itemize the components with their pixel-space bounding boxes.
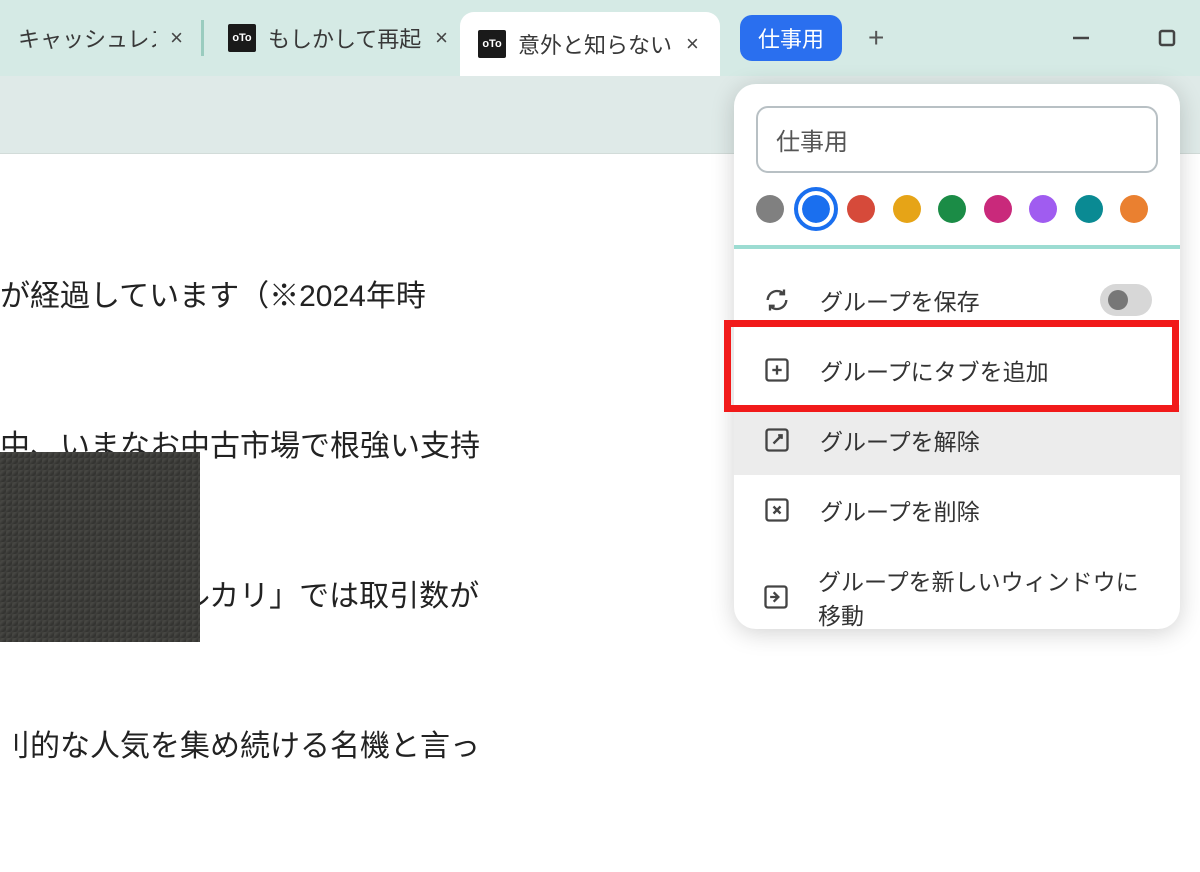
menu-ungroup[interactable]: グループを解除 [734,405,1180,475]
maximize-button[interactable] [1154,25,1180,51]
menu-label: グループを新しいウィンドウに移動 [818,563,1152,631]
close-icon[interactable]: × [435,25,448,51]
plus-square-icon [762,355,792,385]
group-chip-label: 仕事用 [758,27,824,52]
save-toggle[interactable] [1100,284,1152,316]
minimize-button[interactable] [1068,25,1094,51]
color-picker-row [756,195,1158,223]
new-tab-button[interactable]: + [868,22,884,54]
tab-title: キャッシュレス決 [18,22,156,54]
tab-2-active[interactable]: oTo 意外と知らない × [460,12,720,76]
menu-add-tab[interactable]: グループにタブを追加 [734,335,1180,405]
tab-title: 意外と知らない [518,28,672,60]
close-icon[interactable]: × [686,31,699,57]
tab-0[interactable]: キャッシュレス決 × [0,6,195,70]
refresh-icon [762,285,792,315]
tab-separator [201,20,204,56]
menu-label: グループを解除 [820,423,980,457]
article-image [0,452,200,642]
tab-group-chip[interactable]: 仕事用 [740,15,842,61]
favicon-icon: oTo [478,30,506,58]
color-swatch-purple[interactable] [1029,195,1057,223]
tab-group-popup: 仕事用 グループを保存 グループにタブを追加 [734,84,1180,629]
favicon-icon: oTo [228,24,256,52]
ungroup-icon [762,425,792,455]
color-swatch-blue[interactable] [802,195,830,223]
menu-save-group[interactable]: グループを保存 [734,265,1180,335]
menu-label: グループにタブを追加 [820,353,1049,387]
color-swatch-yellow[interactable] [893,195,921,223]
popup-menu: グループを保存 グループにタブを追加 グループを解除 グループを削除 グル [734,249,1180,649]
color-swatch-orange[interactable] [1120,195,1148,223]
group-name-input[interactable]: 仕事用 [756,106,1158,173]
color-swatch-green[interactable] [938,195,966,223]
text-line: 刂的な人気を集め続ける名機と言っ [0,722,480,772]
tab-strip: キャッシュレス決 × oTo もしかして再起 × oTo 意外と知らない × 仕… [0,0,1200,76]
text-line: が経過しています（※2024年時 [0,272,480,322]
color-swatch-pink[interactable] [984,195,1012,223]
color-swatch-teal[interactable] [1075,195,1103,223]
group-name-value: 仕事用 [776,129,848,156]
tab-1[interactable]: oTo もしかして再起 × [210,6,460,70]
close-icon[interactable]: × [170,25,183,51]
color-swatch-red[interactable] [847,195,875,223]
move-window-icon [762,582,790,612]
menu-delete-group[interactable]: グループを削除 [734,475,1180,545]
delete-square-icon [762,495,792,525]
tab-title: もしかして再起 [268,22,421,54]
menu-move-window[interactable]: グループを新しいウィンドウに移動 [734,545,1180,649]
window-controls [1068,0,1180,76]
menu-label: グループを保存 [820,283,980,317]
color-swatch-grey[interactable] [756,195,784,223]
menu-label: グループを削除 [820,493,980,527]
